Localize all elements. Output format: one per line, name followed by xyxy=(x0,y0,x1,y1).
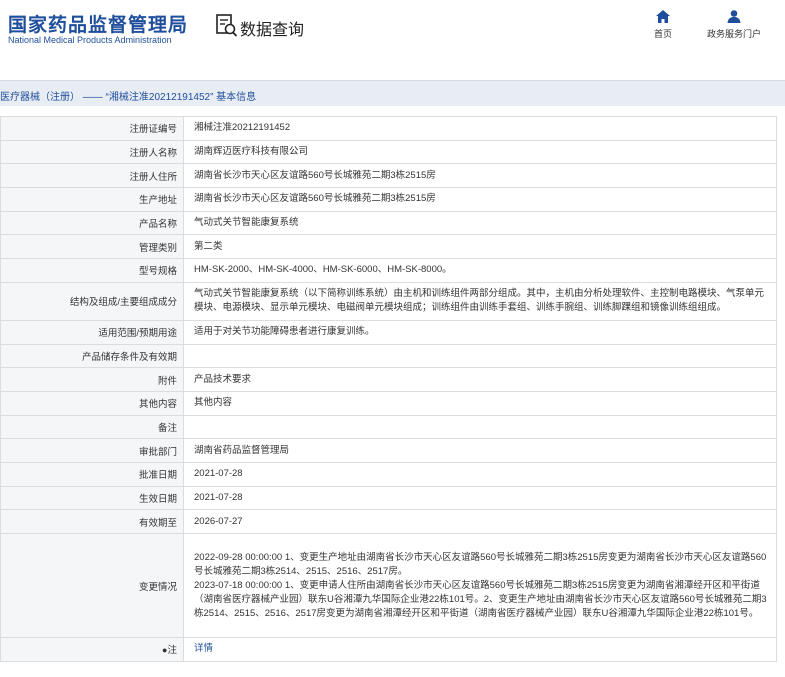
table-row: 产品名称 气动式关节智能康复系统 xyxy=(0,210,777,236)
table-row-note: ●注 详情 xyxy=(0,637,777,662)
table-row: 附件 产品技术要求 xyxy=(0,367,777,392)
field-label: 附件 xyxy=(0,367,184,392)
field-label: 型号规格 xyxy=(0,258,184,283)
table-row: 批准日期 2021-07-28 xyxy=(0,461,777,487)
field-value: 其他内容 xyxy=(183,390,777,416)
field-label: 注册人住所 xyxy=(0,163,184,189)
field-value: 第二类 xyxy=(183,234,777,260)
field-label: 审批部门 xyxy=(0,438,184,463)
site-header: 国家药品监督管理局 National Medical Products Admi… xyxy=(0,0,785,66)
table-row: 管理类别 第二类 xyxy=(0,234,777,260)
field-label: 注册人名称 xyxy=(0,139,184,165)
table-row: 产品储存条件及有效期 xyxy=(0,343,777,369)
home-icon xyxy=(656,10,670,23)
note-label: 注 xyxy=(167,645,177,657)
table-row: 注册人住所 湖南省长沙市天心区友谊路560号长城雅苑二期3栋2515房 xyxy=(0,163,777,189)
field-value: 湖南辉迈医疗科技有限公司 xyxy=(183,139,777,165)
change-entry: 2023-07-18 00:00:00 1、变更申请人住所由湖南省长沙市天心区友… xyxy=(194,579,767,619)
field-value: 气动式关节智能康复系统 xyxy=(183,210,777,236)
change-entry: 2022-09-28 00:00:00 1、变更生产地址由湖南省长沙市天心区友谊… xyxy=(194,551,767,577)
detail-link[interactable]: 详情 xyxy=(194,643,213,654)
field-value: 2021-07-28 xyxy=(183,485,777,511)
field-value: 湘械注准20212191452 xyxy=(183,116,777,141)
nav-home[interactable]: 首页 xyxy=(648,10,678,40)
table-row: 结构及组成/主要组成成分 气动式关节智能康复系统（以下简称训练系统）由主机和训练组… xyxy=(0,281,777,321)
registration-info-table: 注册证编号 湘械注准20212191452 注册人名称 湖南辉迈医疗科技有限公司 注册人… xyxy=(0,116,777,662)
field-value: 产品技术要求 xyxy=(183,367,777,392)
field-label: 有效期至 xyxy=(0,509,184,534)
field-value: 湖南省长沙市天心区友谊路560号长城雅苑二期3栋2515房 xyxy=(183,187,777,212)
nav-home-label: 首页 xyxy=(653,29,672,39)
field-label: 注册证编号 xyxy=(0,116,184,141)
site-logo-subtitle: National Medical Products Administration xyxy=(8,35,172,45)
field-value: 适用于对关节功能障碍患者进行康复训练。 xyxy=(183,319,777,345)
field-label: ●注 xyxy=(0,637,184,662)
field-value: 详情 xyxy=(183,637,777,662)
page-section-title: 数据查询 xyxy=(240,20,305,39)
field-label: 备注 xyxy=(0,414,184,440)
field-value: 湖南省药品监督管理局 xyxy=(183,438,777,463)
field-value: 2026-07-27 xyxy=(183,509,777,534)
table-row: 型号规格 HM-SK-2000、HM-SK-4000、HM-SK-6000、HM-… xyxy=(0,258,777,283)
field-value: 2022-09-28 00:00:00 1、变更生产地址由湖南省长沙市天心区友谊… xyxy=(183,533,777,638)
table-row: 适用范围/预期用途 适用于对关节功能障碍患者进行康复训练。 xyxy=(0,319,777,345)
table-row: 有效期至 2026-07-27 xyxy=(0,509,777,534)
table-row: 注册证编号 湘械注准20212191452 xyxy=(0,116,777,141)
nav-service-portal-label: 政务服务门户 xyxy=(706,29,761,39)
field-label: 产品名称 xyxy=(0,210,184,236)
field-label: 生效日期 xyxy=(0,485,184,511)
field-label: 生产地址 xyxy=(0,187,184,212)
data-query-icon xyxy=(216,14,238,37)
breadcrumb-text: 医疗器械（注册） —— “湘械注准20212191452” 基本信息 xyxy=(0,92,257,103)
field-value xyxy=(183,414,777,440)
table-row: 其他内容 其他内容 xyxy=(0,390,777,416)
site-logo-title[interactable]: 国家药品监督管理局 xyxy=(8,10,188,37)
table-row: 生产地址 湖南省长沙市天心区友谊路560号长城雅苑二期3栋2515房 xyxy=(0,187,777,212)
field-label: 其他内容 xyxy=(0,390,184,416)
field-label: 结构及组成/主要组成成分 xyxy=(0,281,184,321)
field-label: 批准日期 xyxy=(0,461,184,487)
table-row: 备注 xyxy=(0,414,777,440)
table-row: 生效日期 2021-07-28 xyxy=(0,485,777,511)
nav-service-portal[interactable]: 政务服务门户 xyxy=(700,10,768,40)
field-label: 变更情况 xyxy=(0,533,184,638)
field-value: 湖南省长沙市天心区友谊路560号长城雅苑二期3栋2515房 xyxy=(183,163,777,189)
breadcrumb: 医疗器械（注册） —— “湘械注准20212191452” 基本信息 xyxy=(0,80,785,106)
field-label: 管理类别 xyxy=(0,234,184,260)
table-row: 注册人名称 湖南辉迈医疗科技有限公司 xyxy=(0,139,777,165)
table-row: 审批部门 湖南省药品监督管理局 xyxy=(0,438,777,463)
user-icon xyxy=(727,10,741,23)
table-row-change-history: 变更情况 2022-09-28 00:00:00 1、变更生产地址由湖南省长沙市天… xyxy=(0,533,777,638)
field-label: 产品储存条件及有效期 xyxy=(0,343,184,369)
field-label: 适用范围/预期用途 xyxy=(0,319,184,345)
field-value: HM-SK-2000、HM-SK-4000、HM-SK-6000、HM-SK-8… xyxy=(183,258,777,283)
field-value: 2021-07-28 xyxy=(183,461,777,487)
field-value: 气动式关节智能康复系统（以下简称训练系统）由主机和训练组件两部分组成。其中，主机… xyxy=(183,281,777,321)
field-value xyxy=(183,343,777,369)
